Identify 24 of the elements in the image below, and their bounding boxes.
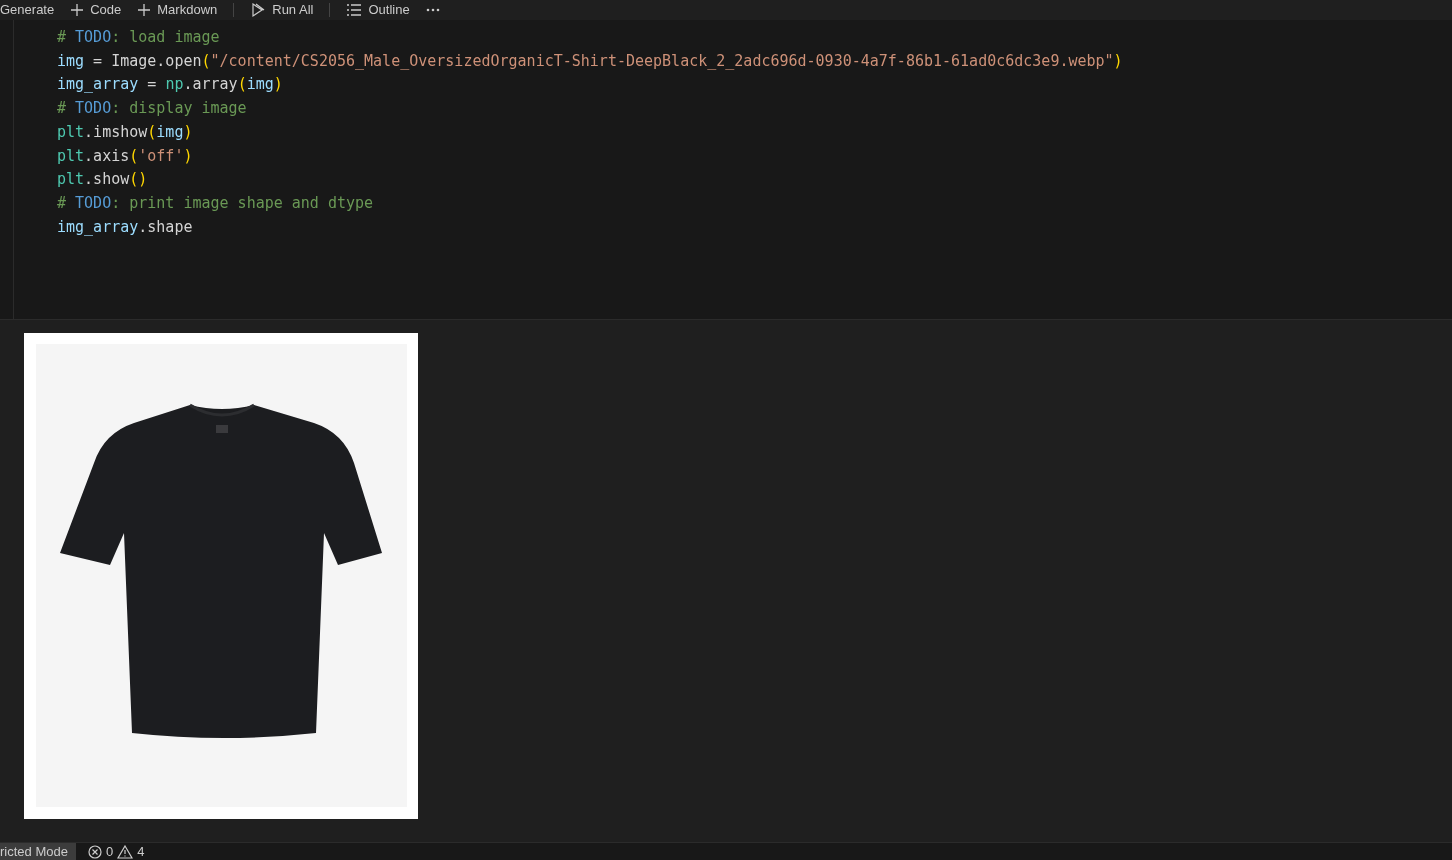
code-line: # TODO: display image — [57, 98, 247, 120]
code-line: # TODO: print image shape and dtype — [57, 192, 374, 214]
code-line: plt.imshow(img) — [57, 121, 193, 143]
more-icon — [425, 8, 440, 12]
restricted-mode-indicator[interactable]: ricted Mode — [0, 843, 76, 860]
code-line: plt.axis('off') — [57, 145, 193, 167]
code-line: plt.show() — [57, 169, 148, 191]
run-all-icon — [250, 2, 267, 18]
warning-icon — [117, 844, 134, 859]
toolbar-button[interactable]: Outline — [346, 0, 410, 20]
toolbar-button[interactable]: Code — [70, 0, 122, 20]
code-line: img = Image.open("/content/CS2056_Male_OversizedOrganicT-Shirt-DeepBlack_2_2adc696d-0930-4a7f-86b1-61ad0c6dc3e9.webp") — [57, 50, 1123, 72]
code-line: # TODO: load image — [57, 27, 220, 48]
plus-icon — [137, 3, 152, 17]
toolbar-button[interactable]: Generate — [0, 0, 55, 20]
error-icon — [87, 844, 102, 859]
problems-indicator[interactable]: 0 4 — [83, 841, 149, 860]
code-line: img_array.shape — [57, 216, 193, 238]
more-button[interactable] — [425, 8, 440, 12]
code-line: img_array = np.array(img) — [57, 74, 283, 96]
toolbar-button[interactable]: Run All — [250, 0, 314, 20]
toolbar-button[interactable]: Markdown — [137, 0, 218, 20]
list-icon — [346, 3, 363, 17]
plus-icon — [70, 3, 85, 17]
